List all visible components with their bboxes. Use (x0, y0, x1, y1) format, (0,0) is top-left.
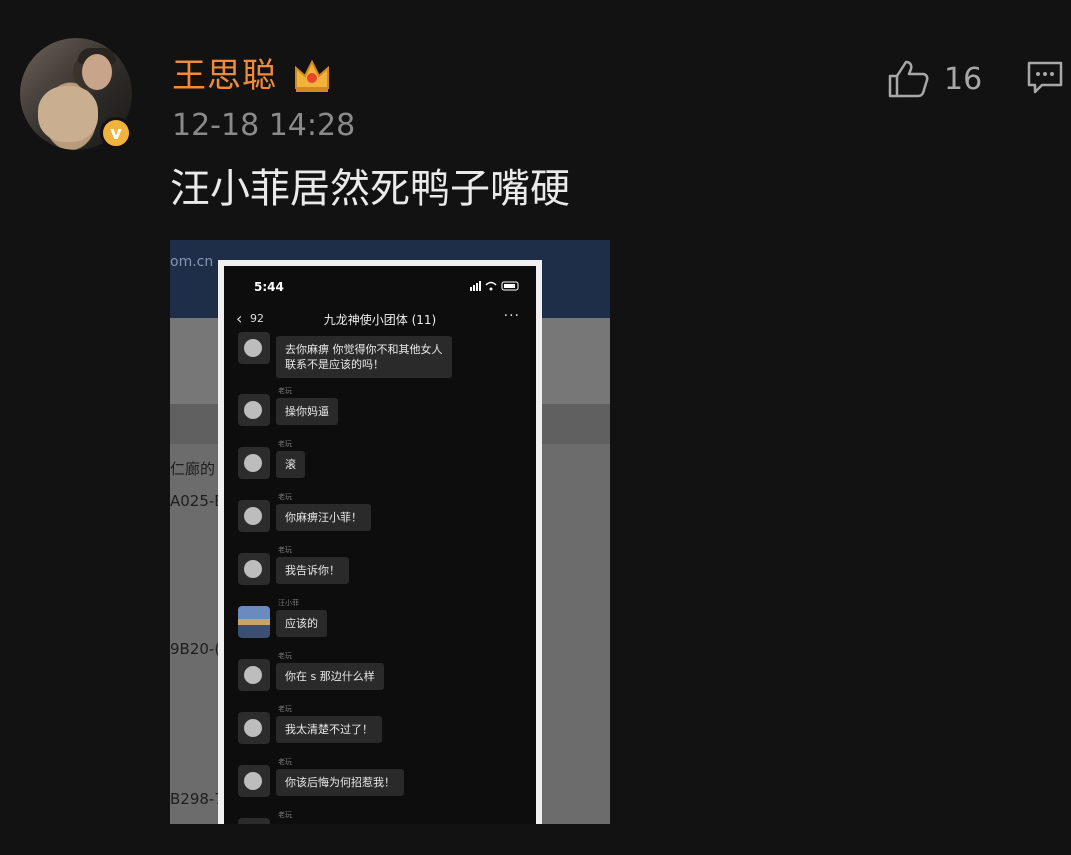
username[interactable]: 王思聪 (172, 54, 277, 98)
phone-screen: 5:44 ‹ 92 九龙神使小团体 (11) ··· 去你麻痹 你觉得你不和其他… (224, 266, 536, 824)
avatar-dog (38, 86, 98, 142)
post-timestamp: 12-18 14:28 (172, 108, 356, 143)
chat-avatar (238, 500, 270, 532)
chat-nick: 老玩 (278, 387, 292, 395)
chat-header: ‹ 92 九龙神使小团体 (11) ··· (224, 306, 536, 334)
chat-avatar (238, 606, 270, 638)
chat-avatar (238, 447, 270, 479)
chat-nick: 老玩 (278, 811, 292, 819)
post-image[interactable]: om.cn 仁廊的 A025-E 9B20-( B298-7 5:44 ‹ 92… (170, 240, 610, 824)
chat-title: 九龙神使小团体 (11) (323, 313, 437, 327)
chat-avatar (238, 553, 270, 585)
bg-label: A025-E (170, 492, 224, 510)
chat-bubble: 你该后悔为何招惹我！ (276, 769, 404, 796)
chat-avatar (238, 394, 270, 426)
bg-label: 仁廊的 (170, 460, 216, 478)
bg-label: 9B20-( (170, 640, 221, 658)
post-text: 汪小菲居然死鸭子嘴硬 (170, 166, 570, 212)
chat-nick: 老玩 (278, 440, 292, 448)
chat-bubble: 我太清楚不过了！ (276, 716, 382, 743)
chat-bubble: 应该的 (276, 610, 327, 637)
like-count: 16 (944, 62, 983, 97)
chat-bubble: 你在 s 那边什么样 (276, 663, 384, 690)
chat-nick: 老玩 (278, 546, 292, 554)
bg-url: om.cn (170, 254, 214, 270)
chat-avatar (238, 818, 270, 824)
chat-bubble: 你麻痹汪小菲！ (276, 504, 371, 531)
chat-avatar (238, 712, 270, 744)
chat-bubble-line: 去你麻痹 你觉得你不和其他女人 (285, 343, 443, 356)
chat-avatar (238, 659, 270, 691)
chat-bubble: 去你麻痹 你觉得你不和其他女人 联系不是应该的吗！ (276, 336, 452, 378)
status-icons (470, 281, 519, 291)
chat-nick: 老玩 (278, 758, 292, 766)
chat-avatar (238, 332, 270, 364)
avatar-face (82, 54, 112, 90)
chat-bubble: 我告诉你！ (276, 557, 349, 584)
verified-icon: v (100, 117, 132, 149)
chat-bubble: 滚 (276, 451, 305, 478)
phone-screenshot: 5:44 ‹ 92 九龙神使小团体 (11) ··· 去你麻痹 你觉得你不和其他… (218, 260, 542, 824)
chat-nick: 汪小菲 (278, 599, 299, 607)
comment-icon[interactable] (1026, 60, 1064, 96)
bg-label: B298-7 (170, 790, 224, 808)
chat-bubble: 操你妈逼 (276, 398, 338, 425)
chat-avatar (238, 765, 270, 797)
chat-bubble-line: 联系不是应该的吗！ (285, 358, 384, 371)
status-time: 5:44 (254, 280, 284, 294)
chat-nick: 老玩 (278, 493, 292, 501)
crown-icon (295, 59, 329, 92)
chat-nick: 老玩 (278, 652, 292, 660)
more-icon: ··· (503, 308, 520, 324)
like-icon[interactable] (886, 58, 930, 100)
chat-nick: 老玩 (278, 705, 292, 713)
